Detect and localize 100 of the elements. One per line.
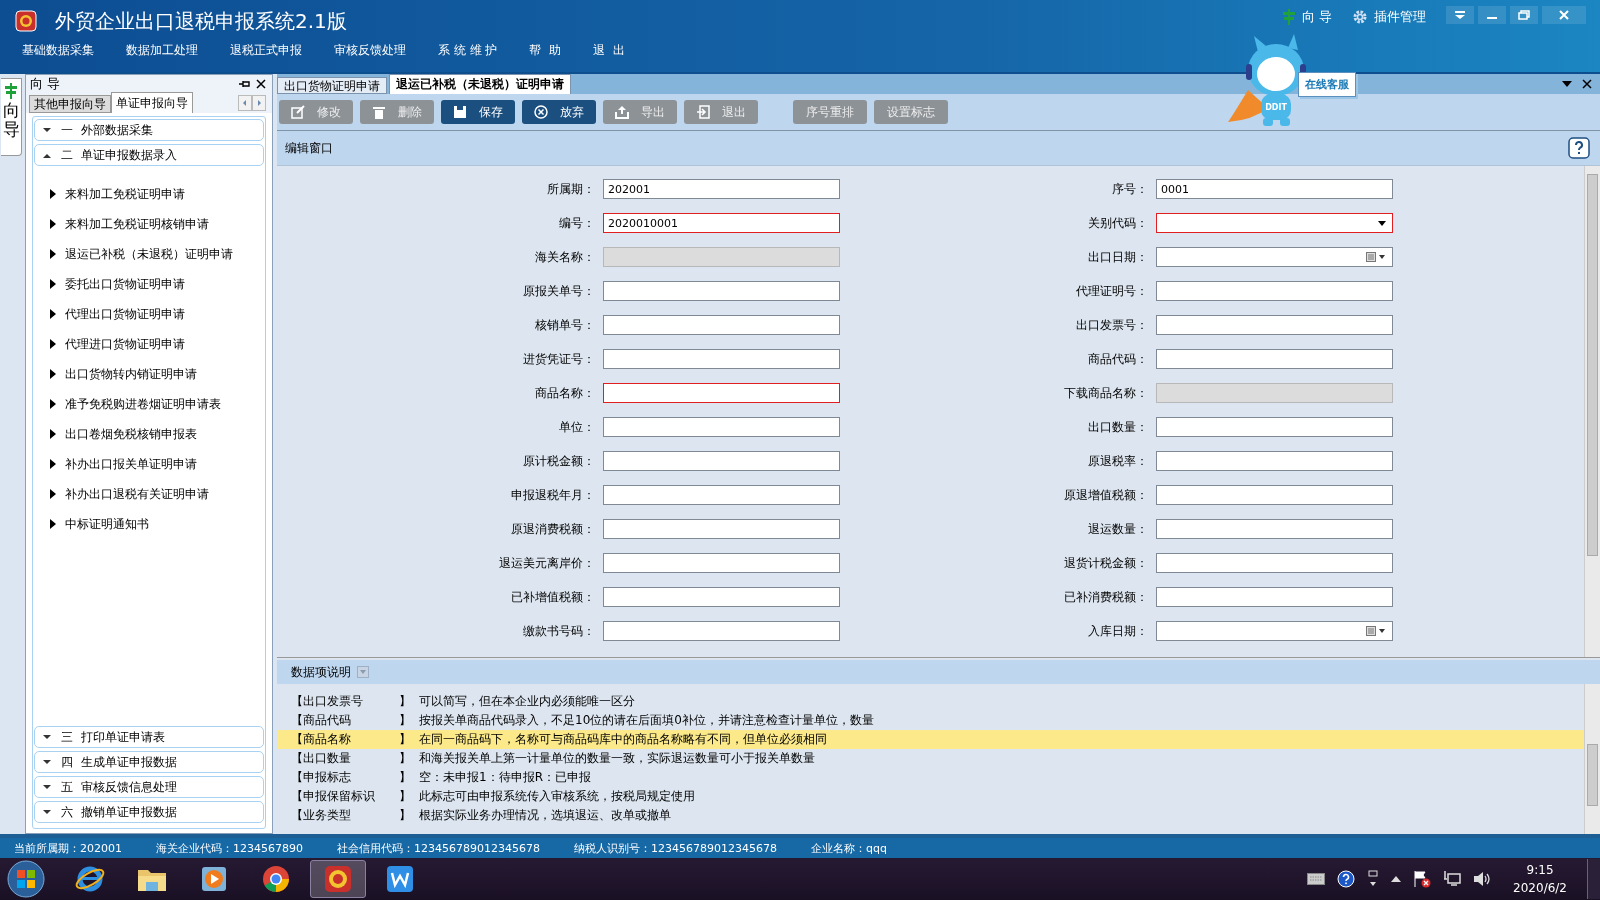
menu-item[interactable]: 数据加工处理 [126,42,198,59]
nav-item[interactable]: 补办出口退税有关证明申请 [34,479,209,509]
nav-item[interactable]: 来料加工免税证明申请 [34,179,185,209]
description-row[interactable]: 【业务类型 】 根据实际业务办理情况，选填退运、改单或撤单 [277,806,1584,825]
nav-item[interactable]: 准予免税购进卷烟证明申请表 [34,389,221,419]
section-header[interactable]: 一 外部数据采集 [34,119,264,141]
window-switch-icon[interactable] [1367,870,1380,888]
field-label: 商品名称： [534,384,595,402]
online-service-button[interactable]: 在线客服 [1298,72,1356,97]
scrollbar[interactable] [1584,166,1600,657]
date-field[interactable] [1156,247,1393,267]
nav-item[interactable]: 出口货物转内销证明申请 [34,359,197,389]
input-field[interactable] [1156,485,1393,505]
input-field[interactable] [1156,587,1393,607]
field-label: 原退消费税额： [510,520,595,538]
input-field[interactable] [1156,451,1393,471]
show-desktop-button[interactable] [1587,859,1600,899]
input-field[interactable] [1156,417,1393,437]
description-row[interactable]: 【出口数量 】 和海关报关单上第一计量单位的数量一致，实际退运数量可小于报关单数量 [277,749,1584,768]
section-header[interactable]: 二 单证申报数据录入 [34,144,264,166]
field-label: 序号： [1111,180,1148,198]
input-field[interactable] [603,485,840,505]
toolbar-button[interactable]: 保存 [441,100,515,124]
scrollbar[interactable] [1584,684,1600,834]
nav-item[interactable]: 中标证明通知书 [34,509,149,539]
input-field[interactable] [603,553,840,573]
scroll-right-icon[interactable] [252,95,266,111]
clock[interactable]: 9:15 2020/6/2 [1513,861,1567,897]
field-label: 商品代码： [1087,350,1148,368]
keyboard-icon[interactable] [1307,873,1326,885]
input-field[interactable] [603,519,840,539]
input-field[interactable]: 202001 [603,179,840,199]
input-field[interactable] [1156,553,1393,573]
document-tab[interactable]: 退运已补税（未退税）证明申请 [389,74,571,94]
menu-item[interactable]: 审核反馈处理 [334,42,406,59]
network-icon[interactable] [1443,870,1462,888]
menu-item[interactable]: 系 统 维 护 [438,42,498,59]
pin-icon[interactable] [238,79,250,89]
nav-item[interactable]: 代理出口货物证明申请 [34,299,185,329]
dropdown-icon[interactable] [1562,81,1572,87]
input-field[interactable] [603,383,840,403]
panel-tab[interactable]: 其他申报向导 [29,95,111,113]
start-button[interactable] [6,859,46,899]
description-row[interactable]: 【商品名称 】 在同一商品码下，名称可与商品码库中的商品名称略有不同，但单位必须相同 [277,730,1584,749]
options-button[interactable] [1446,6,1474,24]
close-icon[interactable] [1582,79,1592,89]
input-field[interactable] [1156,315,1393,335]
field-label: 出口日期： [1087,248,1148,266]
input-field[interactable] [1156,349,1393,369]
input-field[interactable] [1156,281,1393,301]
menu-item[interactable]: 退税正式申报 [230,42,302,59]
close-icon[interactable] [256,79,266,89]
input-field[interactable] [603,451,840,471]
close-button[interactable] [1542,6,1586,24]
help-icon[interactable] [1568,137,1590,159]
section-header[interactable]: 五 审核反馈信息处理 [34,776,264,798]
description-row[interactable]: 【出口发票号 】 可以简写，但在本企业内必须能唯一区分 [277,692,1584,711]
flag-icon[interactable] [1413,870,1432,888]
nav-item[interactable]: 代理进口货物证明申请 [34,329,185,359]
date-field[interactable] [1156,621,1393,641]
input-field[interactable]: 0001 [1156,179,1393,199]
collapse-icon[interactable] [357,666,369,678]
menu-item[interactable]: 基础数据采集 [22,42,94,59]
guide-link[interactable]: 向 导 [1281,8,1332,26]
exit-icon [696,105,710,119]
field-label: 原退增值税额： [1063,486,1148,504]
input-field[interactable] [1156,519,1393,539]
side-tab[interactable]: 向导 [1,78,22,156]
nav-item[interactable]: 来料加工免税证明核销申请 [34,209,209,239]
field-label: 退运数量： [1087,520,1148,538]
field-label: 进货凭证号： [522,350,595,368]
document-tab[interactable]: 出口货物证明申请 [277,77,387,94]
section-header[interactable]: 六 撤销单证申报数据 [34,801,264,823]
input-field[interactable]: 2020010001 [603,213,840,233]
dropdown-field[interactable] [1156,213,1393,233]
restore-button[interactable] [1510,6,1538,24]
plugin-link[interactable]: 插件管理 [1352,8,1426,26]
description-row[interactable]: 【申报标志 】 空：未申报1：待申报R：已申报 [277,768,1584,787]
toolbar-button[interactable]: 放弃 [522,100,596,124]
input-field[interactable] [603,281,840,301]
scroll-left-icon[interactable] [238,95,252,111]
input-field[interactable] [603,417,840,437]
nav-item[interactable]: 出口卷烟免税核销申报表 [34,419,197,449]
section-header[interactable]: 四 生成单证申报数据 [34,751,264,773]
nav-item[interactable]: 退运已补税（未退税）证明申请 [34,239,233,269]
show-hidden-icon[interactable] [1391,875,1402,883]
input-field[interactable] [603,587,840,607]
input-field[interactable] [603,621,840,641]
speaker-icon[interactable] [1473,871,1492,887]
nav-item[interactable]: 补办出口报关单证明申请 [34,449,197,479]
panel-tab[interactable]: 单证申报向导 [111,92,193,113]
description-row[interactable]: 【申报保留标识 】 此标志可由申报系统传入审核系统，按税局规定使用 [277,787,1584,806]
input-field[interactable] [603,349,840,369]
menu-item[interactable]: 帮 助 [529,42,562,59]
section-header[interactable]: 三 打印单证申请表 [34,726,264,748]
minimize-button[interactable] [1478,6,1506,24]
description-row[interactable]: 【商品代码 】 按报关单商品代码录入，不足10位的请在后面填0补位，并请注意检查计量单位，数量 [277,711,1584,730]
nav-item[interactable]: 委托出口货物证明申请 [34,269,185,299]
input-field[interactable] [603,315,840,335]
menu-item[interactable]: 退 出 [593,42,625,59]
